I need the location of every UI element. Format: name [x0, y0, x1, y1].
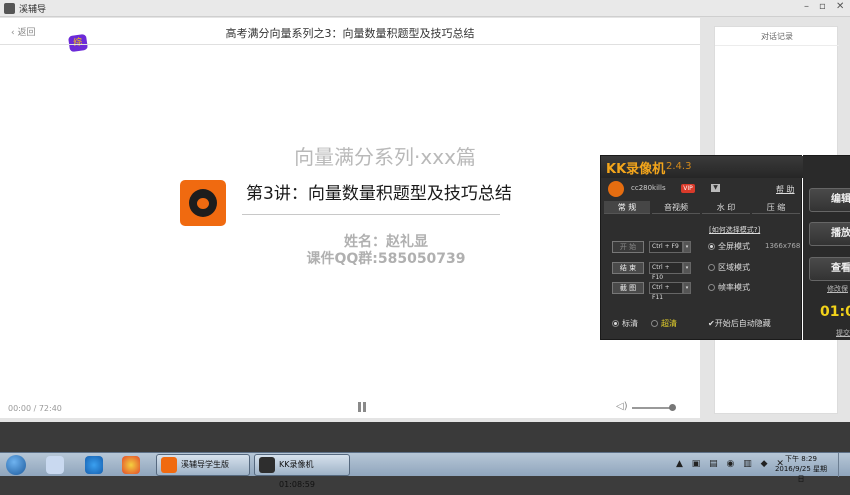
window-titlebar: 溪辅导 – ▫ ✕: [0, 0, 850, 17]
taskbar: 溪辅导学生版 KK录像机 01:08:59 ▲ ▣ ▤ ◉ ▥ ◆ ✕ 下午 8…: [0, 452, 850, 489]
slide-divider: [242, 214, 500, 215]
show-desktop-button[interactable]: [838, 453, 850, 477]
course-title: 高考满分向量系列之3：向量数量积题型及技巧总结: [225, 27, 475, 40]
stop-hotkey[interactable]: Ctrl + F10: [649, 262, 683, 281]
app-icon: [4, 3, 15, 14]
volume-slider[interactable]: [632, 404, 676, 411]
bottom-bar: [0, 422, 850, 452]
start-hotkey-dropdown[interactable]: ▾: [683, 241, 691, 253]
header-divider: [0, 44, 700, 45]
start-button-icon[interactable]: [6, 455, 26, 475]
maximize-button[interactable]: ▫: [819, 1, 826, 12]
screenshot-button[interactable]: 截 图: [612, 282, 644, 294]
taskbar-item-kk-recorder[interactable]: KK录像机 01:08:59: [254, 454, 350, 489]
chat-divider: [715, 45, 839, 46]
vip-badge: VIP: [681, 184, 695, 193]
brand-logo-icon: [180, 180, 226, 226]
taskbar-item-student-app[interactable]: 溪辅导学生版: [156, 454, 250, 476]
player-controls: 00:00 / 72:40 ◁): [0, 380, 700, 418]
kk-header: KK录像机 2.4.3: [601, 156, 803, 178]
tab-audio-video[interactable]: 音视频: [652, 201, 700, 214]
pinned-app-icon[interactable]: [46, 456, 64, 474]
region-mode-radio[interactable]: [708, 264, 715, 271]
lecture-title: 第3讲：向量数量积题型及技巧总结: [246, 184, 512, 204]
fullscreen-mode-label: 全屏模式: [718, 242, 750, 251]
mode-help-link[interactable]: [如何选择模式?]: [709, 225, 760, 235]
kk-title: KK录像机: [606, 162, 666, 177]
start-hotkey[interactable]: Ctrl + F9: [649, 241, 683, 253]
region-mode-label: 区域模式: [718, 263, 750, 272]
screenshot-hotkey-dropdown[interactable]: ▾: [683, 282, 691, 294]
start-button[interactable]: 开 始: [612, 241, 644, 253]
kk-username: cc280kills: [631, 184, 666, 192]
video-content-area: ‹ 返回 综 高考满分向量系列之3：向量数量积题型及技巧总结 向量满分系列·xx…: [0, 18, 700, 418]
taskbar-item-kk-recorder-label: KK录像机 01:08:59: [279, 460, 315, 489]
kk-tabs: 常 规 音视频 水 印 压 缩: [604, 201, 800, 214]
speaker-icon[interactable]: ◁): [616, 401, 628, 412]
auto-hide-label: 开始后自动隐藏: [714, 319, 771, 328]
kk-side-panel: 编辑 播放 查看 修改保 01:0 提交: [803, 155, 850, 340]
ie-browser-icon[interactable]: [85, 456, 103, 474]
edit-button[interactable]: 编辑: [809, 188, 850, 212]
kk-version: 2.4.3: [666, 161, 692, 172]
taskbar-item-student-app-label: 溪辅导学生版: [181, 460, 229, 469]
auto-hide-checkbox[interactable]: ✔开始后自动隐藏: [708, 318, 771, 329]
user-avatar: [608, 181, 624, 197]
chevron-down-icon[interactable]: ▼: [711, 184, 720, 192]
help-link[interactable]: 帮 助: [776, 184, 795, 195]
close-button[interactable]: ✕: [836, 1, 844, 12]
standard-quality-radio[interactable]: [612, 320, 619, 327]
pause-icon[interactable]: [358, 402, 366, 412]
high-quality-radio[interactable]: [651, 320, 658, 327]
chat-title: 对话记录: [761, 32, 793, 41]
stop-hotkey-dropdown[interactable]: ▾: [683, 262, 691, 274]
tab-general[interactable]: 常 规: [604, 201, 650, 214]
view-button[interactable]: 查看: [809, 257, 850, 281]
modify-save-link[interactable]: 修改保: [827, 284, 848, 294]
stop-button[interactable]: 结 束: [612, 262, 644, 274]
screenshot-hotkey[interactable]: Ctrl + F11: [649, 282, 683, 301]
standard-quality-label: 标清: [622, 319, 638, 328]
volume-knob[interactable]: [669, 404, 676, 411]
tab-compress[interactable]: 压 缩: [752, 201, 800, 214]
fullscreen-mode-radio[interactable]: [708, 243, 715, 250]
chrome-browser-icon[interactable]: [122, 456, 140, 474]
high-quality-label: 超清: [661, 319, 677, 328]
framerate-mode-radio[interactable]: [708, 284, 715, 291]
play-button[interactable]: 播放: [809, 222, 850, 246]
clock-time: 下午 8:29: [785, 455, 817, 463]
clock-date: 2016/9/25 星期日: [774, 465, 828, 483]
system-tray-icons[interactable]: ▲ ▣ ▤ ◉ ▥ ◆ ✕: [676, 459, 787, 469]
minimize-button[interactable]: –: [804, 1, 809, 12]
recording-timer: 01:0: [820, 304, 850, 320]
taskbar-clock[interactable]: 下午 8:29 2016/9/25 星期日: [772, 454, 830, 484]
framerate-mode-label: 帧率模式: [718, 283, 750, 292]
submit-link[interactable]: 提交: [836, 328, 850, 338]
window-title: 溪辅导: [19, 5, 47, 15]
tab-watermark[interactable]: 水 印: [702, 201, 750, 214]
playback-time: 00:00 / 72:40: [8, 404, 62, 413]
resolution-label: 1366x768: [765, 242, 801, 250]
kk-recorder-window: KK录像机 2.4.3 cc280kills VIP ▼ 帮 助 常 规 音视频…: [600, 155, 803, 340]
